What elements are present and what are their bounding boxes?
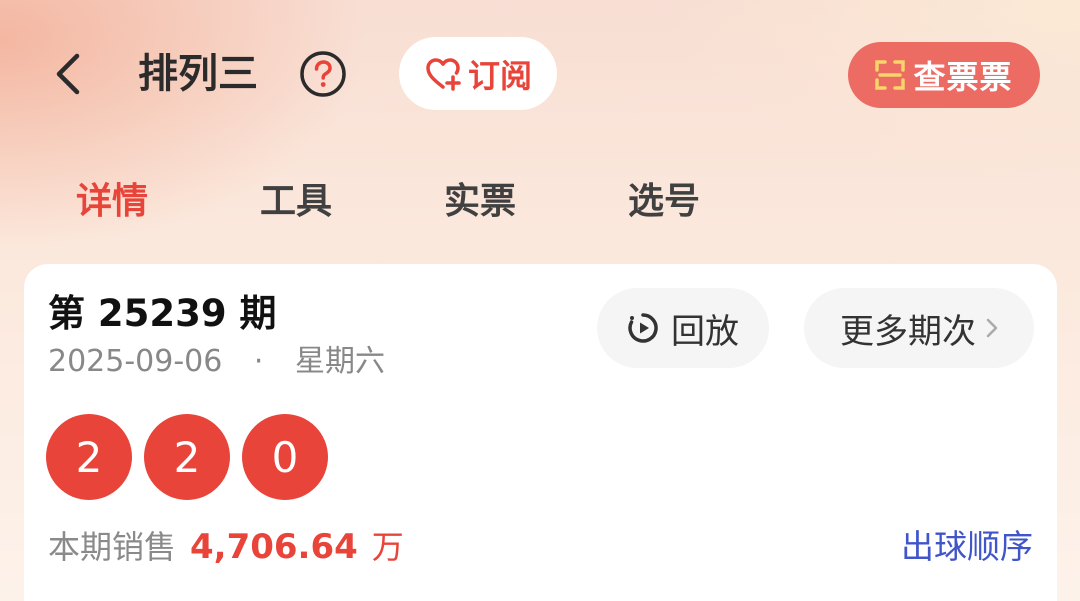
sales-label: 本期销售 [48, 528, 177, 566]
chevron-left-icon [56, 53, 80, 95]
check-ticket-button[interactable]: 查票票 [848, 42, 1040, 108]
help-button[interactable] [299, 50, 347, 98]
question-circle-icon [300, 51, 346, 97]
number-ball: 2 [46, 414, 132, 500]
draw-result-card: 第 25239 期 2025-09-06 · 星期六 回放 更多期次 2 2 0… [24, 264, 1057, 601]
number-ball: 0 [242, 414, 328, 500]
issue-date-line: 2025-09-06 · 星期六 [48, 340, 385, 384]
tab-details[interactable]: 详情 [76, 172, 148, 232]
chevron-right-icon [986, 318, 998, 338]
replay-button[interactable]: 回放 [597, 288, 769, 368]
heart-plus-icon [426, 57, 461, 91]
more-issues-button[interactable]: 更多期次 [804, 288, 1034, 368]
date-separator: · [253, 344, 264, 379]
tab-pick-numbers[interactable]: 选号 [628, 172, 700, 232]
number-ball: 2 [144, 414, 230, 500]
sales-amount: 4,706.64 [190, 527, 358, 567]
tab-bar: 详情 工具 实票 选号 [0, 172, 1080, 232]
subscribe-button[interactable]: 订阅 [399, 37, 557, 110]
draw-date: 2025-09-06 [48, 344, 223, 379]
tab-tools[interactable]: 工具 [260, 172, 332, 232]
scan-icon [875, 60, 906, 90]
replay-label: 回放 [671, 311, 739, 352]
sales-unit: 万 [371, 528, 404, 566]
ball-order-link[interactable]: 出球顺序 [901, 522, 1033, 572]
subscribe-label: 订阅 [467, 56, 532, 95]
winning-numbers: 2 2 0 [46, 414, 328, 500]
more-issues-label: 更多期次 [840, 311, 976, 352]
replay-icon [628, 313, 658, 343]
sales-info: 本期销售 4,706.64 万 [48, 522, 404, 572]
page-title: 排列三 [138, 51, 258, 97]
tab-real-tickets[interactable]: 实票 [444, 172, 516, 232]
issue-title: 第 25239 期 [48, 292, 277, 335]
draw-weekday: 星期六 [295, 344, 385, 379]
check-ticket-label: 查票票 [913, 58, 1013, 96]
back-button[interactable] [44, 50, 92, 98]
